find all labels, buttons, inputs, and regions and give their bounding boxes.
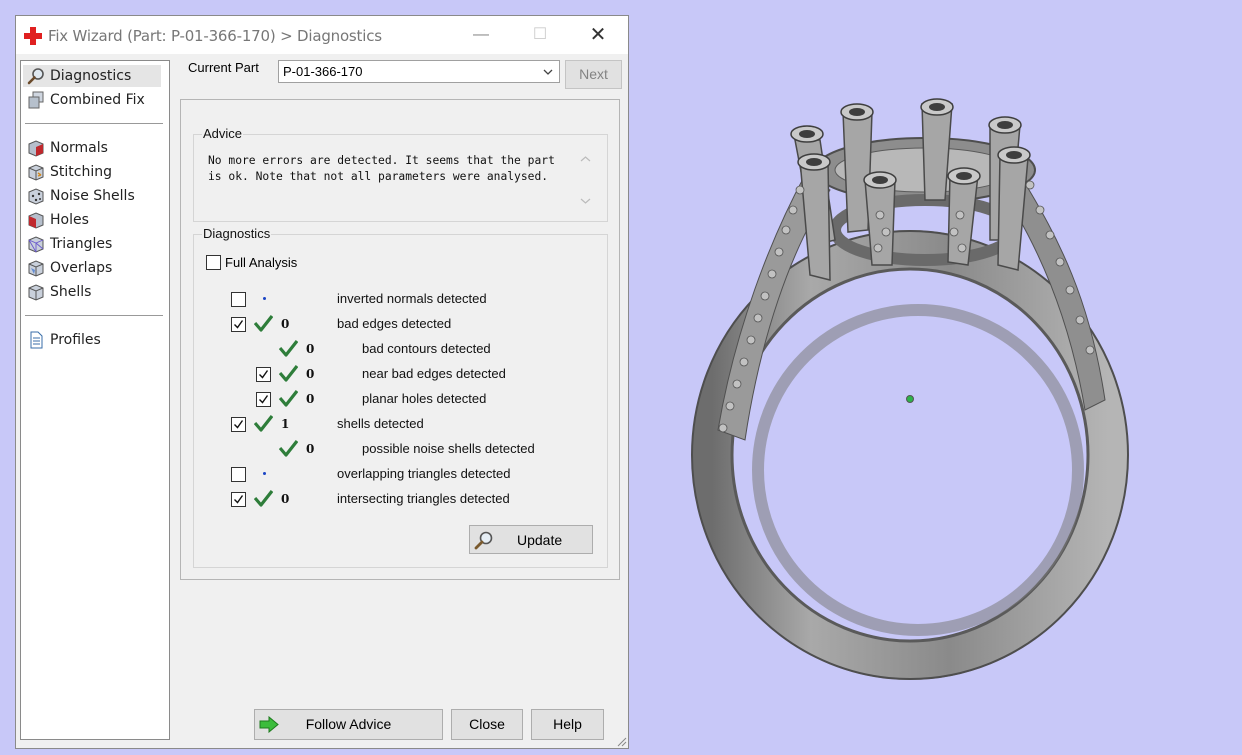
stitching-cube-icon (28, 164, 44, 181)
bad-edges-label: bad edges detected (337, 316, 452, 331)
diagnostics-panel: Advice No more errors are detected. It s… (180, 99, 620, 580)
sidebar-item-label: Profiles (50, 332, 101, 348)
intersecting-triangles-checkbox[interactable] (231, 492, 246, 507)
next-button[interactable]: Next (565, 60, 622, 89)
sidebar-item-label: Stitching (50, 164, 112, 180)
intersecting-triangles-label: intersecting triangles detected (337, 491, 510, 506)
cube-stack-icon (28, 91, 44, 109)
red-cross-icon (24, 27, 42, 45)
sidebar-item-triangles[interactable]: Triangles (23, 233, 161, 255)
diagnostics-legend: Diagnostics (202, 226, 272, 241)
sidebar-item-label: Shells (50, 284, 92, 300)
sidebar-item-label: Combined Fix (50, 92, 145, 108)
current-part-dropdown[interactable]: P-01-366-170 (278, 60, 560, 83)
near-bad-edges-checkbox[interactable] (256, 367, 271, 382)
bad-edges-checkbox[interactable] (231, 317, 246, 332)
shells-cube-icon (28, 284, 44, 301)
sidebar-item-label: Noise Shells (50, 188, 135, 204)
3d-viewport[interactable] (630, 0, 1242, 755)
maximize-button[interactable]: ☐ (527, 24, 553, 46)
overlapping-triangles-label: overlapping triangles detected (337, 466, 511, 481)
noise-shells-label: possible noise shells detected (362, 441, 535, 456)
planar-holes-checkbox[interactable] (256, 392, 271, 407)
sidebar-item-label: Holes (50, 212, 89, 228)
sidebar-item-noise-shells[interactable]: Noise Shells (23, 185, 161, 207)
close-button[interactable]: Close (451, 709, 523, 740)
sidebar-item-profiles[interactable]: Profiles (23, 329, 161, 351)
sidebar-item-combined-fix[interactable]: Combined Fix (23, 89, 161, 111)
sidebar-item-shells[interactable]: Shells (23, 281, 161, 303)
diagnostics-group: Diagnostics Full Analysis inverted norma… (193, 226, 608, 568)
green-check-icon (279, 390, 298, 407)
pivot-point-marker (906, 395, 914, 403)
advice-legend: Advice (202, 126, 244, 141)
green-check-icon (254, 315, 273, 332)
magnifier-icon (27, 68, 44, 85)
green-check-icon (254, 415, 273, 432)
sidebar-item-label: Diagnostics (50, 68, 132, 84)
sidebar-item-label: Overlaps (50, 260, 113, 276)
near-bad-edges-label: near bad edges detected (362, 366, 506, 381)
magnifier-icon (474, 531, 493, 550)
document-icon (30, 331, 43, 349)
sidebar-item-overlaps[interactable]: Overlaps (23, 257, 161, 279)
chevron-down-icon (543, 69, 553, 75)
green-check-icon (279, 340, 298, 357)
wizard-sidebar: Diagnostics Combined Fix Normals Stitchi… (20, 60, 170, 740)
overlaps-cube-icon (28, 260, 44, 277)
advice-text: No more errors are detected. It seems th… (208, 154, 555, 183)
near-bad-edges-count: 0 (306, 367, 315, 381)
fix-wizard-dialog: Fix Wizard (Part: P-01-366-170) > Diagno… (15, 15, 629, 749)
noise-shells-icon (28, 188, 44, 205)
sidebar-item-label: Triangles (50, 236, 113, 252)
normals-cube-icon (28, 140, 44, 157)
planar-holes-label: planar holes detected (362, 391, 487, 406)
not-analysed-dot-icon (263, 297, 266, 300)
advice-scrollbar[interactable] (577, 152, 594, 208)
minimize-button[interactable]: — (468, 24, 494, 46)
green-check-icon (279, 365, 298, 382)
green-arrow-right-icon (259, 716, 279, 733)
planar-holes-count: 0 (306, 392, 315, 406)
sidebar-item-normals[interactable]: Normals (23, 137, 161, 159)
sidebar-item-holes[interactable]: Holes (23, 209, 161, 231)
current-part-value: P-01-366-170 (283, 64, 363, 79)
full-analysis-label: Full Analysis (225, 255, 298, 270)
inverted-normals-checkbox[interactable] (231, 292, 246, 307)
green-check-icon (279, 440, 298, 457)
resize-grip-icon[interactable] (615, 735, 627, 747)
triangles-cube-icon (28, 236, 44, 253)
holes-cube-icon (28, 212, 44, 229)
intersecting-triangles-count: 0 (281, 492, 290, 506)
sidebar-divider (25, 315, 163, 316)
inverted-normals-label: inverted normals detected (337, 291, 487, 306)
shells-count: 1 (281, 417, 290, 431)
not-analysed-dot-icon (263, 472, 266, 475)
close-window-button[interactable]: ✕ (585, 24, 611, 46)
green-check-icon (254, 490, 273, 507)
follow-advice-button[interactable]: Follow Advice (254, 709, 443, 740)
bad-contours-count: 0 (306, 342, 315, 356)
follow-advice-label: Follow Advice (305, 716, 392, 732)
sidebar-item-stitching[interactable]: Stitching (23, 161, 161, 183)
shells-checkbox[interactable] (231, 417, 246, 432)
full-analysis-checkbox[interactable] (206, 255, 221, 270)
advice-textbox[interactable]: No more errors are detected. It seems th… (207, 152, 594, 208)
ring-model (691, 98, 1129, 680)
bad-contours-label: bad contours detected (362, 341, 491, 356)
current-part-label: Current Part (188, 60, 259, 75)
shells-label: shells detected (337, 416, 424, 431)
bad-edges-count: 0 (281, 317, 290, 331)
update-label: Update (517, 532, 563, 548)
noise-shells-count: 0 (306, 442, 315, 456)
overlapping-triangles-checkbox[interactable] (231, 467, 246, 482)
update-button[interactable]: Update (469, 525, 593, 554)
advice-group: Advice No more errors are detected. It s… (193, 126, 608, 222)
title-bar: Fix Wizard (Part: P-01-366-170) > Diagno… (16, 16, 628, 54)
window-title: Fix Wizard (Part: P-01-366-170) > Diagno… (48, 27, 382, 45)
sidebar-item-diagnostics[interactable]: Diagnostics (23, 65, 161, 87)
help-button[interactable]: Help (531, 709, 604, 740)
sidebar-item-label: Normals (50, 140, 108, 156)
sidebar-divider (25, 123, 163, 124)
